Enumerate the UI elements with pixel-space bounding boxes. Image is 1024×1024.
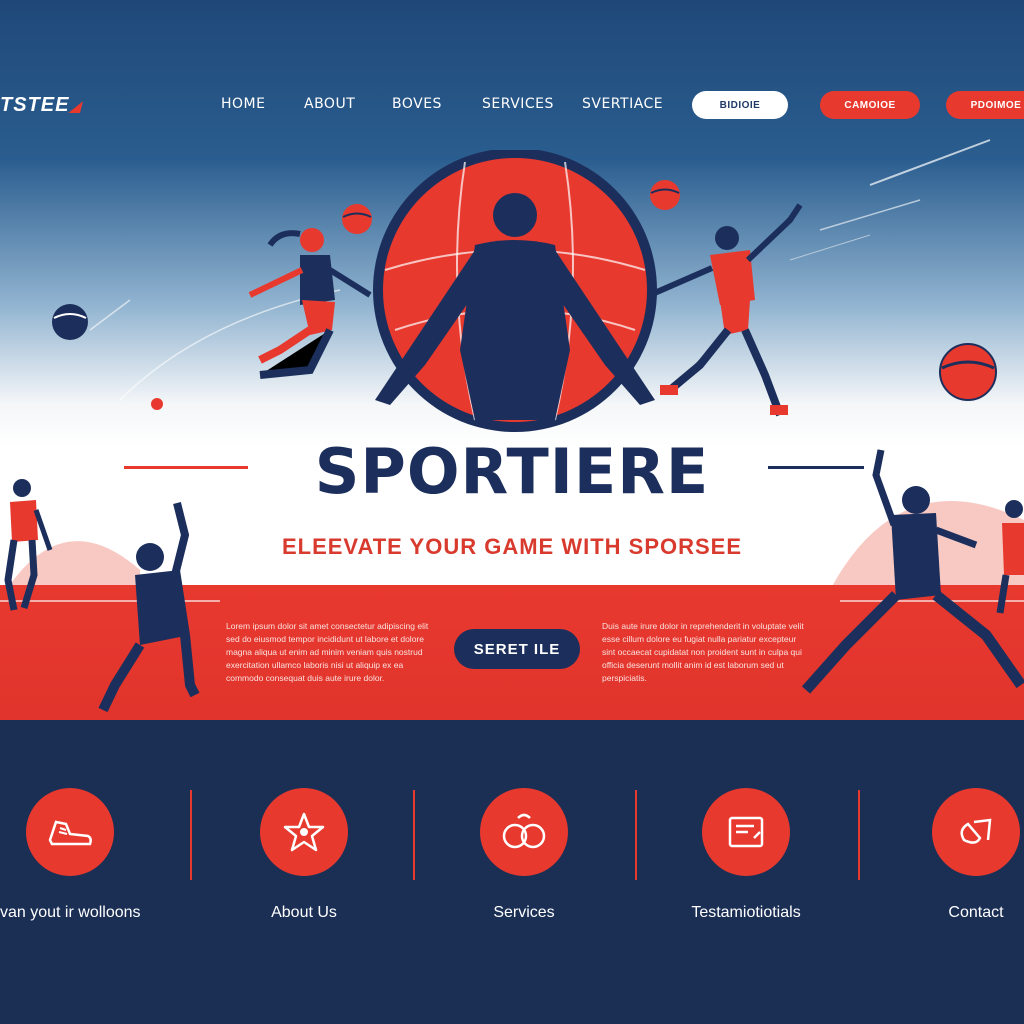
nav-button-white[interactable]: BIDIOIE	[692, 91, 788, 119]
basketball-emblem	[373, 150, 657, 432]
brand-logo[interactable]: TSTEE◢	[0, 94, 81, 117]
player-lunging-right	[801, 449, 1024, 694]
footer-divider	[858, 790, 860, 880]
feature-item-testimonials[interactable]: Testamiotiotials	[676, 788, 816, 922]
nav-link-about[interactable]: ABOUT	[304, 96, 355, 112]
nav-link-home[interactable]: HOME	[221, 96, 265, 112]
footer-divider	[635, 790, 637, 880]
document-icon	[702, 788, 790, 876]
player-running-left	[4, 479, 53, 611]
feature-item-wolloons[interactable]: van yout ir wolloons	[0, 788, 141, 922]
nav-link-svertiace[interactable]: SVERTIACE	[582, 96, 663, 112]
ball-icon	[650, 180, 680, 210]
feature-label: About Us	[271, 904, 337, 921]
feature-item-about[interactable]: About Us	[234, 788, 374, 922]
player-kicking-right	[648, 203, 803, 417]
top-nav: TSTEE◢ HOME ABOUT BOVES SERVICES SVERTIA…	[0, 80, 1024, 130]
sneaker-icon	[26, 788, 114, 876]
feature-item-contact[interactable]: Contact	[906, 788, 1024, 922]
nav-button-red-2[interactable]: PDOIMOE	[946, 91, 1024, 119]
nav-button-red-1[interactable]: CAMOIOE	[820, 91, 920, 119]
nav-link-boves[interactable]: BOVES	[392, 96, 442, 112]
nav-link-services[interactable]: SERVICES	[482, 96, 554, 112]
feature-label: van yout ir wolloons	[0, 904, 141, 921]
link-icon	[932, 788, 1020, 876]
footer-divider	[413, 790, 415, 880]
player-jumping-left	[248, 228, 372, 379]
gloves-icon	[480, 788, 568, 876]
player-kneeling-left	[98, 502, 200, 713]
cta-button[interactable]: SERET ILE	[454, 629, 580, 669]
ball-icon	[342, 204, 372, 234]
player-partial-right	[996, 500, 1024, 614]
swoosh-icon: ◢	[69, 98, 82, 114]
footer-divider	[190, 790, 192, 880]
star-icon	[260, 788, 348, 876]
brand-logo-text: TSTEE	[0, 94, 70, 116]
feature-label: Testamiotiotials	[691, 904, 801, 921]
ball-icon	[52, 304, 88, 340]
ball-icon	[151, 398, 163, 410]
feature-label: Services	[493, 904, 555, 921]
feature-item-services[interactable]: Services	[454, 788, 594, 922]
ball-icon	[939, 343, 997, 401]
hero-paragraph-left: Lorem ipsum dolor sit amet consectetur a…	[226, 621, 429, 683]
hero-paragraph-right: Duis aute irure dolor in reprehenderit i…	[602, 621, 804, 683]
feature-label: Contact	[948, 904, 1004, 921]
